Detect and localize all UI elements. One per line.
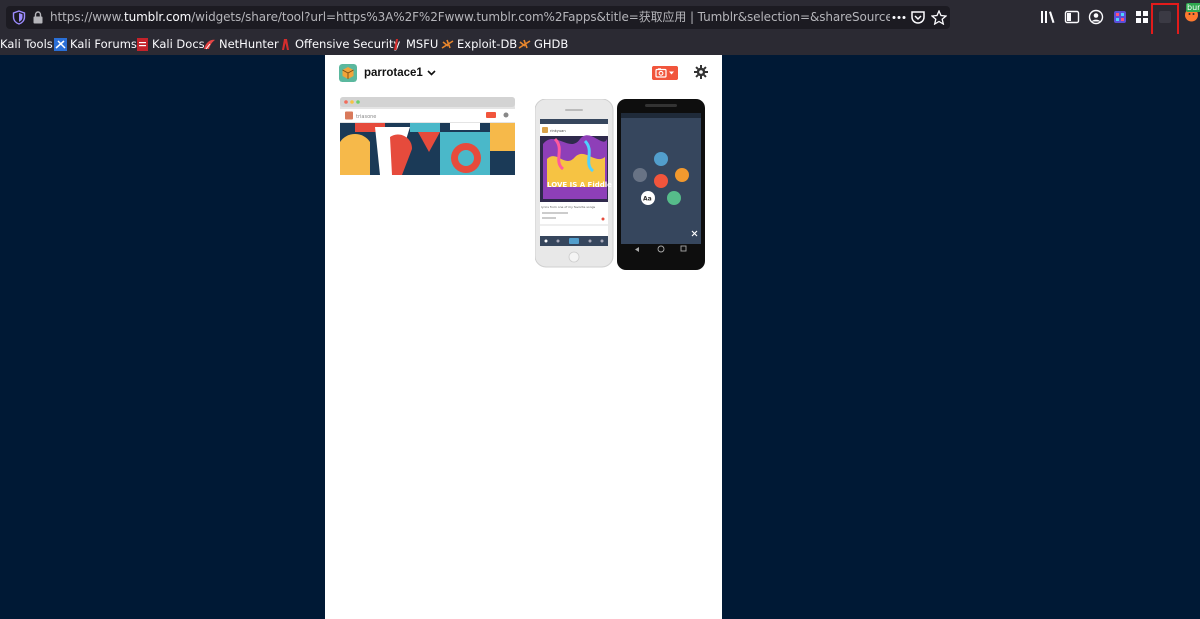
bookmark-msfu[interactable]: MSFU xyxy=(390,37,438,52)
exploitdb-icon xyxy=(441,39,454,49)
bookmark-ghdb[interactable]: GHDB xyxy=(518,37,568,52)
gear-icon[interactable] xyxy=(694,65,708,79)
mock-phone-blog-name: rinkyuan xyxy=(550,129,566,133)
nethunter-icon xyxy=(204,39,215,50)
account-icon[interactable] xyxy=(1088,9,1104,25)
tracking-shield-icon[interactable] xyxy=(12,10,26,25)
bookmarks-bar: Kali Tools Kali Forums Kali Docs NetHunt… xyxy=(0,34,1200,55)
chevron-down-icon xyxy=(427,70,436,76)
url-bar[interactable]: https://www.tumblr.com/widgets/share/too… xyxy=(6,6,950,29)
tumblr-share-panel: parrotace1 triasone rinkyuan LOVE IS A F… xyxy=(325,55,722,619)
kali-docs-icon xyxy=(137,38,148,51)
bookmark-offensive-security[interactable]: Offensive Security xyxy=(279,37,400,52)
bookmark-exploit-db[interactable]: Exploit-DB xyxy=(441,37,517,52)
lock-icon[interactable] xyxy=(32,11,44,24)
bookmark-kali-forums[interactable]: Kali Forums xyxy=(54,37,137,52)
extension-icon[interactable] xyxy=(1112,9,1128,25)
desktop-preview-illustration: triasone xyxy=(340,97,515,175)
mock-android-label: Aa xyxy=(643,196,652,203)
blog-name: parrotace1 xyxy=(364,67,423,79)
bookmark-star-icon[interactable] xyxy=(931,10,947,25)
pocket-icon[interactable] xyxy=(910,10,926,25)
mobile-apps-illustration: rinkyuan LOVE IS A Fiddle lyrics from on… xyxy=(535,99,705,270)
apps-grid-icon[interactable] xyxy=(1134,9,1150,25)
sidebar-icon[interactable] xyxy=(1064,9,1080,25)
browser-toolbar: https://www.tumblr.com/widgets/share/too… xyxy=(0,0,1200,40)
blog-selector[interactable]: parrotace1 xyxy=(339,63,436,83)
mock-phone-art-text: LOVE IS A Fiddle xyxy=(547,181,612,189)
url-text[interactable]: https://www.tumblr.com/widgets/share/too… xyxy=(50,10,890,25)
ghdb-icon xyxy=(518,39,531,49)
library-icon[interactable] xyxy=(1040,9,1056,25)
avatar xyxy=(339,64,357,82)
mock-phone-caption: lyrics from one of my favorite songs xyxy=(541,205,596,209)
bookmark-nethunter[interactable]: NetHunter xyxy=(203,37,279,52)
page-actions-icon[interactable] xyxy=(891,10,907,25)
kali-forums-icon xyxy=(54,38,67,51)
msfu-icon xyxy=(394,39,398,50)
mock-desktop-blog-name: triasone xyxy=(356,114,376,120)
bookmark-kali-docs[interactable]: Kali Docs xyxy=(136,37,205,52)
post-type-button[interactable] xyxy=(652,66,678,80)
burp-label: burp xyxy=(1186,3,1200,12)
bookmark-kali-tools[interactable]: Kali Tools xyxy=(0,37,53,52)
offsec-icon xyxy=(282,39,289,50)
